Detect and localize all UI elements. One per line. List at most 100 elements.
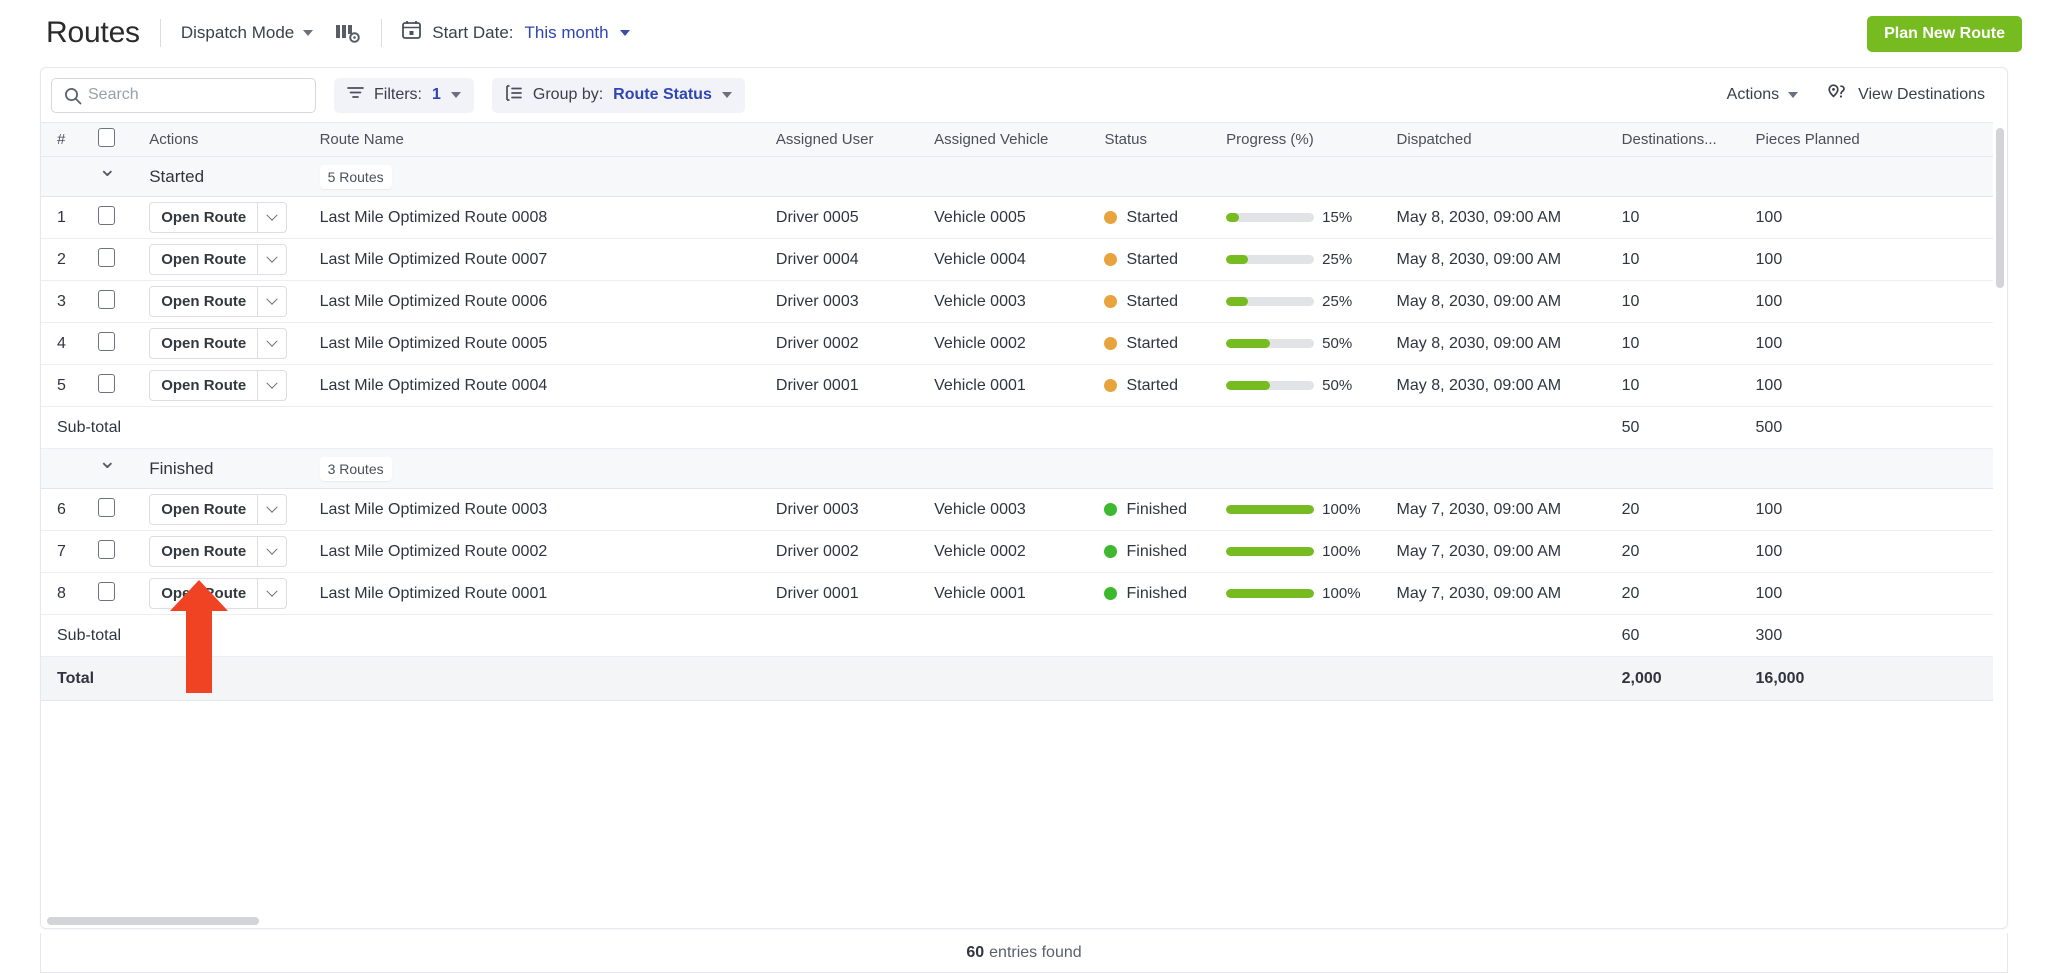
table-row[interactable]: 2 Open Route Last Mile Optimized Route 000… <box>41 238 1993 281</box>
group-empty-cell <box>928 448 1099 489</box>
open-route-dropdown-toggle[interactable] <box>257 245 286 274</box>
open-route-dropdown-toggle[interactable] <box>257 329 286 358</box>
vertical-scrollbar-thumb[interactable] <box>1996 128 2004 288</box>
open-route-split-button[interactable]: Open Route <box>149 494 288 525</box>
group-collapse-toggle[interactable]: ⌄ <box>92 156 144 197</box>
toolbar-right-actions: Actions View Destinations <box>1727 68 1985 122</box>
row-checkbox[interactable] <box>98 373 116 393</box>
open-route-split-button[interactable]: Open Route <box>149 370 288 401</box>
open-route-button[interactable]: Open Route <box>150 329 257 358</box>
vertical-scrollbar[interactable] <box>1995 122 2005 612</box>
row-select-cell[interactable] <box>92 488 144 531</box>
table-row[interactable]: 6 Open Route Last Mile Optimized Route 000… <box>41 488 1993 531</box>
start-date-filter[interactable]: Start Date: This month <box>402 20 630 45</box>
dispatched-date: May 7, 2030, 09:00 AM <box>1390 572 1616 615</box>
group-by-button[interactable]: Group by: Route Status <box>491 77 745 113</box>
row-checkbox[interactable] <box>98 331 116 351</box>
column-header-pieces-planned[interactable]: Pieces Planned <box>1749 122 1993 157</box>
row-checkbox[interactable] <box>98 289 116 309</box>
row-checkbox[interactable] <box>98 581 116 601</box>
table-row[interactable]: 5 Open Route Last Mile Optimized Route 000… <box>41 364 1993 407</box>
open-route-dropdown-toggle[interactable] <box>257 203 286 232</box>
destinations-count: 10 <box>1615 322 1750 365</box>
open-route-button[interactable]: Open Route <box>150 203 257 232</box>
column-header-actions[interactable]: Actions <box>143 122 314 157</box>
row-checkbox[interactable] <box>98 205 116 225</box>
row-checkbox[interactable] <box>98 539 116 559</box>
row-checkbox[interactable] <box>98 497 116 517</box>
open-route-dropdown-toggle[interactable] <box>257 371 286 400</box>
chevron-down-icon <box>266 335 278 347</box>
open-route-split-button[interactable]: Open Route <box>149 202 288 233</box>
search-box[interactable] <box>51 77 316 113</box>
row-select-cell[interactable] <box>92 572 144 615</box>
open-route-split-button[interactable]: Open Route <box>149 328 288 359</box>
group-collapse-toggle[interactable]: ⌄ <box>92 448 144 489</box>
column-header-index[interactable]: # <box>41 122 93 157</box>
open-route-button[interactable]: Open Route <box>150 537 257 566</box>
open-route-button[interactable]: Open Route <box>150 495 257 524</box>
filters-label: Filters: <box>374 86 422 103</box>
column-header-status[interactable]: Status <box>1098 122 1221 157</box>
select-all-checkbox[interactable] <box>98 128 116 147</box>
open-route-split-button[interactable]: Open Route <box>149 244 288 275</box>
route-name[interactable]: Last Mile Optimized Route 0007 <box>313 238 770 281</box>
open-route-button[interactable]: Open Route <box>150 245 257 274</box>
group-header-row[interactable]: ⌄ Finished 3 Routes <box>41 448 1993 489</box>
table-body: ⌄ Started 5 Routes 1 Open Route Last Mile Opt… <box>41 156 1993 701</box>
row-select-cell[interactable] <box>92 530 144 573</box>
open-route-split-button[interactable]: Open Route <box>149 286 288 317</box>
row-select-cell[interactable] <box>92 238 144 281</box>
column-header-progress[interactable]: Progress (%) <box>1220 122 1391 157</box>
route-name[interactable]: Last Mile Optimized Route 0005 <box>313 322 770 365</box>
column-header-dispatched[interactable]: Dispatched <box>1390 122 1616 157</box>
open-route-dropdown-toggle[interactable] <box>257 537 286 566</box>
filters-button[interactable]: Filters: 1 <box>334 77 474 113</box>
route-name[interactable]: Last Mile Optimized Route 0004 <box>313 364 770 407</box>
route-name[interactable]: Last Mile Optimized Route 0003 <box>313 488 770 531</box>
plan-new-route-button[interactable]: Plan New Route <box>1867 16 2022 52</box>
column-header-select[interactable] <box>92 122 144 157</box>
column-header-destinations[interactable]: Destinations... <box>1615 122 1750 157</box>
open-route-button[interactable]: Open Route <box>150 371 257 400</box>
row-select-cell[interactable] <box>92 280 144 323</box>
row-checkbox[interactable] <box>98 247 116 267</box>
row-select-cell[interactable] <box>92 364 144 407</box>
table-row[interactable]: 3 Open Route Last Mile Optimized Route 000… <box>41 280 1993 323</box>
route-name[interactable]: Last Mile Optimized Route 0006 <box>313 280 770 323</box>
row-select-cell[interactable] <box>92 322 144 365</box>
open-route-dropdown-toggle[interactable] <box>257 287 286 316</box>
group-by-icon <box>505 84 523 106</box>
chevron-down-icon <box>266 377 278 389</box>
open-route-button[interactable]: Open Route <box>150 287 257 316</box>
open-route-button[interactable]: Open Route <box>150 579 257 608</box>
open-route-dropdown-toggle[interactable] <box>257 579 286 608</box>
dispatch-mode-dropdown[interactable]: Dispatch Mode <box>181 23 314 43</box>
open-route-split-button[interactable]: Open Route <box>149 536 288 567</box>
column-header-route-name[interactable]: Route Name <box>313 122 770 157</box>
actions-dropdown[interactable]: Actions <box>1727 86 1799 104</box>
status-badge: Finished <box>1104 585 1214 603</box>
table-row[interactable]: 8 Open Route Last Mile Optimized Route 000… <box>41 572 1993 615</box>
destinations-count: 20 <box>1615 488 1750 531</box>
horizontal-scrollbar-thumb[interactable] <box>47 917 259 925</box>
open-route-dropdown-toggle[interactable] <box>257 495 286 524</box>
assigned-user: Driver 0003 <box>769 280 929 323</box>
columns-settings-icon[interactable] <box>335 21 361 45</box>
open-route-split-button[interactable]: Open Route <box>149 578 288 609</box>
horizontal-scrollbar[interactable] <box>41 914 2007 928</box>
row-index: 4 <box>41 322 93 365</box>
view-destinations-button[interactable]: View Destinations <box>1828 83 1985 107</box>
route-name[interactable]: Last Mile Optimized Route 0008 <box>313 196 770 239</box>
table-row[interactable]: 4 Open Route Last Mile Optimized Route 000… <box>41 322 1993 365</box>
group-header-row[interactable]: ⌄ Started 5 Routes <box>41 156 1993 197</box>
route-name[interactable]: Last Mile Optimized Route 0001 <box>313 572 770 615</box>
table-row[interactable]: 1 Open Route Last Mile Optimized Route 000… <box>41 196 1993 239</box>
route-name[interactable]: Last Mile Optimized Route 0002 <box>313 530 770 573</box>
column-header-assigned-user[interactable]: Assigned User <box>769 122 929 157</box>
column-header-assigned-vehicle[interactable]: Assigned Vehicle <box>928 122 1099 157</box>
progress-indicator: 100% <box>1226 543 1384 560</box>
search-input[interactable] <box>88 86 315 104</box>
row-select-cell[interactable] <box>92 196 144 239</box>
table-row[interactable]: 7 Open Route Last Mile Optimized Route 000… <box>41 530 1993 573</box>
